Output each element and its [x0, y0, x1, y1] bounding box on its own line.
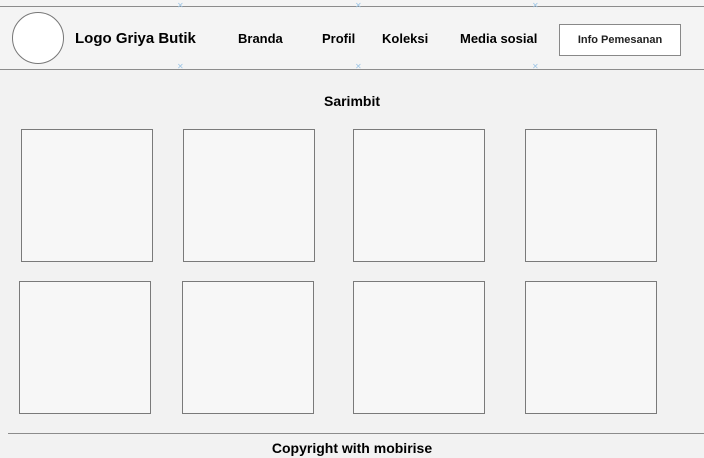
- site-header: Logo Griya Butik ✕ ✕ ✕ ✕ ✕ ✕ Branda Prof…: [0, 0, 704, 71]
- copyright-text: Copyright with mobirise: [271, 440, 433, 456]
- guide-marker-icon: ✕: [355, 62, 362, 71]
- nav-item-media-sosial[interactable]: Media sosial: [460, 31, 537, 46]
- collection-tile[interactable]: [19, 281, 151, 414]
- page: Logo Griya Butik ✕ ✕ ✕ ✕ ✕ ✕ Branda Prof…: [0, 0, 704, 458]
- guide-marker-icon: ✕: [355, 1, 362, 10]
- logo-text[interactable]: Logo Griya Butik: [75, 30, 196, 47]
- guide-marker-icon: ✕: [532, 1, 539, 10]
- nav-item-branda[interactable]: Branda: [238, 31, 283, 46]
- footer-divider: [8, 433, 704, 434]
- section-title: Sarimbit: [323, 93, 380, 109]
- collection-tile[interactable]: [183, 129, 315, 262]
- collection-tile[interactable]: [525, 129, 657, 262]
- logo-placeholder-icon[interactable]: [12, 12, 64, 64]
- guide-marker-icon: ✕: [177, 1, 184, 10]
- collection-tile[interactable]: [525, 281, 657, 414]
- guide-marker-icon: ✕: [532, 62, 539, 71]
- collection-tile[interactable]: [353, 129, 485, 262]
- collection-tile[interactable]: [182, 281, 314, 414]
- info-pemesanan-button[interactable]: Info Pemesanan: [559, 24, 681, 56]
- collection-tile[interactable]: [353, 281, 485, 414]
- header-top-divider: [0, 6, 704, 7]
- nav-item-koleksi[interactable]: Koleksi: [382, 31, 428, 46]
- nav-item-profil[interactable]: Profil: [322, 31, 355, 46]
- guide-marker-icon: ✕: [177, 62, 184, 71]
- collection-tile[interactable]: [21, 129, 153, 262]
